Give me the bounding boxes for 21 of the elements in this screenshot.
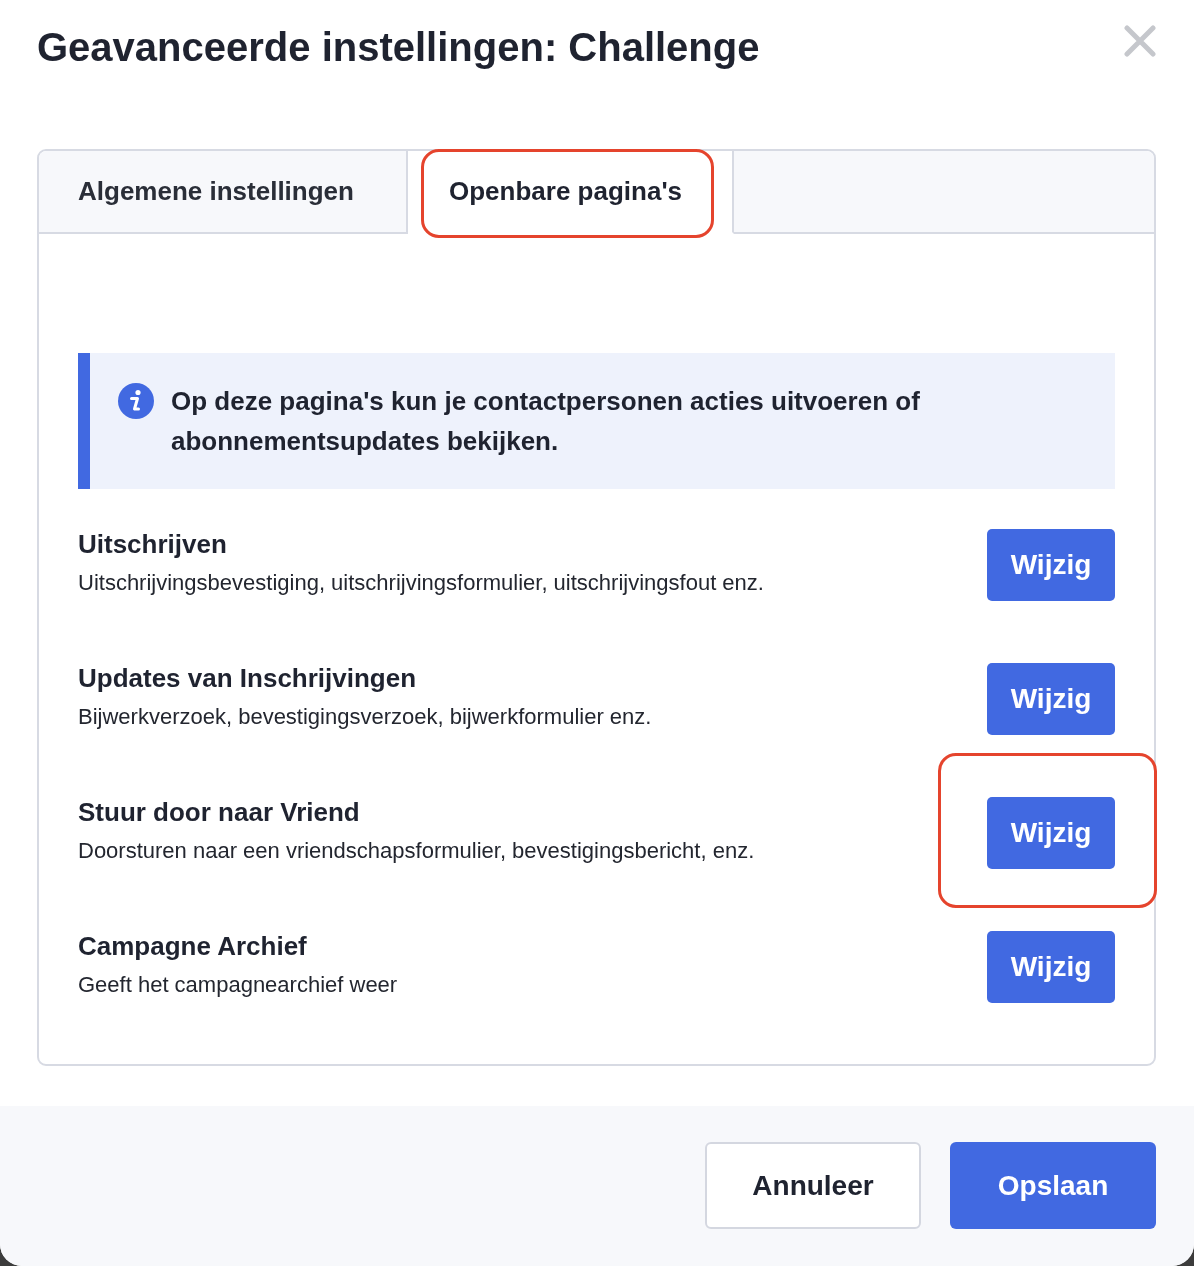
page-title: Stuur door naar Vriend — [78, 796, 361, 829]
tab[interactable]: Openbare pagina's — [408, 151, 734, 234]
page-description: Geeft het campagnearchief weer — [78, 971, 398, 999]
edit-button[interactable]: Wijzig — [987, 797, 1115, 869]
save-button[interactable]: Opslaan — [950, 1142, 1156, 1229]
notice-text: Op deze pagina's kun je contactpersonen acties uitvoeren of abonnementsupdates bekijken. — [171, 385, 921, 458]
close-button[interactable] — [1124, 25, 1156, 57]
page-description: Uitschrijvingsbevestiging, uitschrijvingsformulier, uitschrijvingsfout enz. — [78, 569, 764, 597]
info-icon — [118, 383, 154, 419]
dialog-title: Geavanceerde instellingen: Challenge — [37, 24, 760, 71]
edit-button[interactable]: Wijzig — [987, 931, 1115, 1003]
page-title: Uitschrijven — [78, 528, 228, 561]
edit-button[interactable]: Wijzig — [987, 529, 1115, 601]
page-title: Campagne Archief — [78, 930, 308, 963]
edit-button[interactable]: Wijzig — [987, 663, 1115, 735]
cancel-button[interactable]: Annuleer — [705, 1142, 921, 1229]
page-title: Updates van Inschrijvingen — [78, 662, 418, 695]
page-description: Doorsturen naar een vriendschapsformulier, bevestigingsbericht, enz. — [78, 837, 755, 865]
page-description: Bijwerkverzoek, bevestigingsverzoek, bijwerkformulier enz. — [78, 703, 652, 731]
tab[interactable]: Algemene instellingen — [39, 151, 408, 234]
close-icon — [1124, 25, 1156, 57]
